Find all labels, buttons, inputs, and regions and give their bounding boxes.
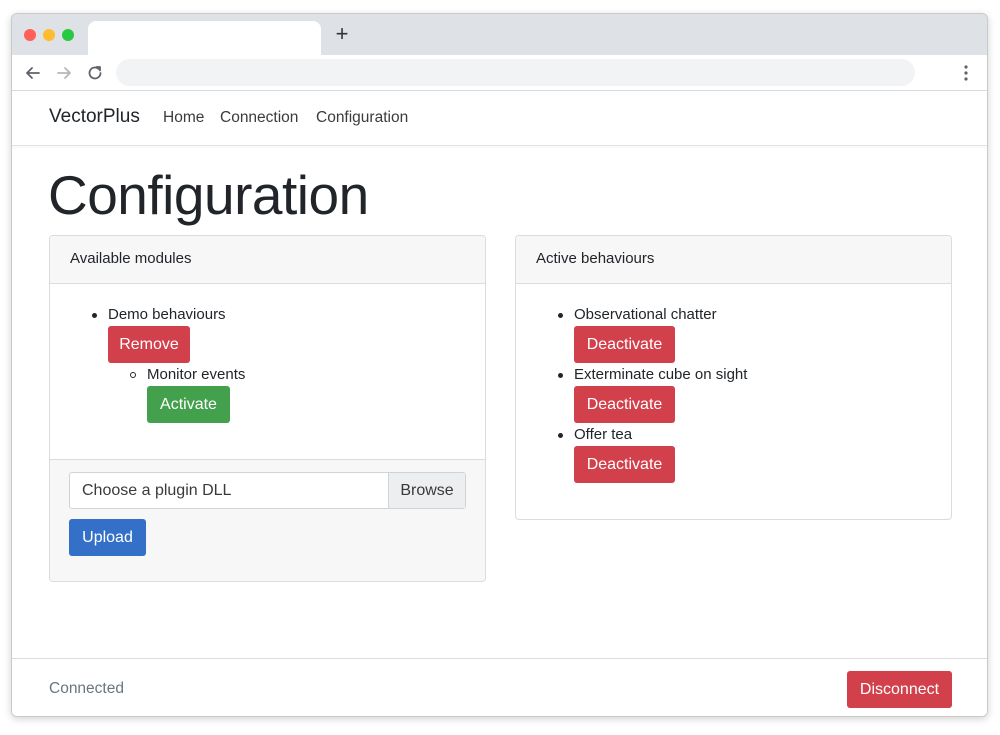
kebab-menu-icon[interactable] [958,62,974,84]
browser-window: + VectorPlus Home Connection Configurati… [11,13,988,717]
upload-button[interactable]: Upload [69,519,146,556]
bullet-icon [558,313,563,318]
close-window-button[interactable] [24,29,36,41]
available-modules-header: Available modules [50,236,485,284]
arrow-left-icon[interactable] [22,62,44,84]
active-behaviour-name: Exterminate cube on sight [574,366,748,383]
activate-behaviour-button[interactable]: Activate [147,386,230,423]
active-behaviour-name: Offer tea [574,426,633,443]
upload-section: Choose a plugin DLL Browse Upload [50,459,485,581]
browser-tab[interactable] [88,21,321,55]
deactivate-behaviour-button[interactable]: Deactivate [574,446,675,483]
browse-button[interactable]: Browse [388,473,465,508]
reload-icon[interactable] [84,62,106,84]
browser-toolbar [12,55,987,91]
available-modules-card: Available modules Demo behaviours Remove… [49,235,486,582]
top-navbar: VectorPlus Home Connection Configuration [12,91,987,146]
nav-link-home[interactable]: Home [163,109,204,127]
browser-tab-bar: + [12,14,987,55]
nav-link-connection[interactable]: Connection [220,109,298,127]
sub-bullet-icon [130,372,136,378]
arrow-right-icon[interactable] [53,62,75,84]
active-behaviours-header: Active behaviours [516,236,951,284]
behaviour-name: Monitor events [147,366,246,383]
connection-status: Connected [49,680,124,697]
bullet-icon [92,313,97,318]
brand-link[interactable]: VectorPlus [49,106,140,128]
active-behaviours-card: Active behaviours Observational chatter … [515,235,952,520]
page-footer: Connected Disconnect [12,658,987,716]
page-title: Configuration [48,164,369,226]
bullet-icon [558,433,563,438]
active-behaviour-name: Observational chatter [574,306,717,323]
deactivate-behaviour-button[interactable]: Deactivate [574,386,675,423]
page-content: VectorPlus Home Connection Configuration… [12,91,987,716]
maximize-window-button[interactable] [62,29,74,41]
module-name: Demo behaviours [108,306,226,323]
plus-icon[interactable]: + [332,23,352,45]
minimize-window-button[interactable] [43,29,55,41]
remove-module-button[interactable]: Remove [108,326,190,363]
plugin-file-input[interactable]: Choose a plugin DLL Browse [69,472,466,509]
file-input-placeholder: Choose a plugin DLL [82,482,232,499]
disconnect-button[interactable]: Disconnect [847,671,952,708]
bullet-icon [558,373,563,378]
deactivate-behaviour-button[interactable]: Deactivate [574,326,675,363]
address-bar[interactable] [116,59,915,86]
nav-link-configuration[interactable]: Configuration [316,109,408,127]
